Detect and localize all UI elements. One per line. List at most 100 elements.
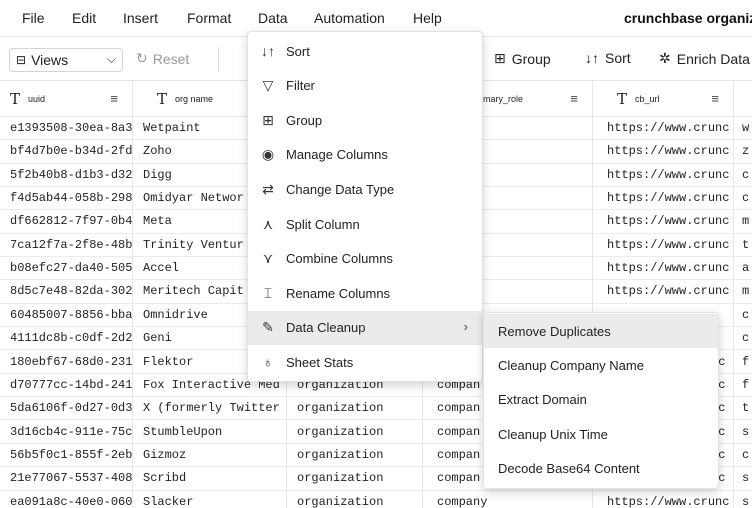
table-cell[interactable]: https://www.crunc — [593, 233, 734, 258]
menu-item-combine-columns[interactable]: ⋎ Combine Columns — [248, 242, 482, 276]
table-cell[interactable]: t — [734, 397, 752, 421]
table-cell[interactable]: s — [734, 491, 752, 508]
submenu-item-cleanup-company-name[interactable]: Cleanup Company Name — [484, 348, 718, 382]
table-cell[interactable]: 4111dc8b-c0df-2d2 — [0, 327, 133, 351]
table-cell[interactable]: Scribd — [133, 467, 287, 491]
table-cell[interactable]: 21e77067-5537-408 — [0, 467, 133, 491]
table-cell[interactable]: organization — [287, 420, 423, 444]
table-cell[interactable]: https://www.crunc — [593, 257, 734, 281]
table-cell[interactable]: 7ca12f7a-2f8e-48b — [0, 233, 133, 258]
menu-item-group[interactable]: ⊞ Group — [248, 103, 482, 137]
table-cell[interactable]: https://www.crunc — [593, 187, 734, 211]
menu-item-change-data-type[interactable]: ⇄ Change Data Type — [248, 172, 482, 206]
table-cell[interactable]: f — [734, 351, 752, 374]
menu-automation[interactable]: Automation — [314, 10, 385, 26]
table-cell[interactable]: organization — [287, 397, 423, 421]
column-header-next[interactable] — [734, 81, 752, 117]
menu-item-filter[interactable]: ▽ Filter — [248, 69, 482, 103]
submenu-item-cleanup-unix-time[interactable]: Cleanup Unix Time — [484, 417, 718, 451]
table-cell[interactable]: 180ebf67-68d0-231 — [0, 350, 133, 374]
menu-item-manage-columns[interactable]: ◉ Manage Columns — [248, 138, 482, 172]
menu-item-sheet-stats[interactable]: ♁ Sheet Stats — [248, 345, 482, 379]
table-cell[interactable]: c — [734, 164, 752, 187]
table-cell[interactable]: 56b5f0c1-855f-2eb — [0, 443, 133, 468]
menu-data[interactable]: Data — [258, 10, 288, 26]
table-cell[interactable]: 8d5c7e48-82da-302 — [0, 280, 133, 304]
table-cell[interactable]: s — [734, 421, 752, 444]
table-cell[interactable]: t — [734, 234, 752, 258]
reset-icon: ↻ — [136, 50, 148, 66]
text-type-icon: T — [157, 89, 168, 108]
table-cell[interactable]: 3d16cb4c-911e-75c — [0, 420, 133, 444]
column-menu-icon[interactable]: ≡ — [570, 91, 578, 106]
table-cell[interactable]: https://www.crunc — [593, 210, 734, 234]
table-cell[interactable]: df662812-7f97-0b4 — [0, 210, 133, 234]
views-select[interactable]: ⊟ Views ⌵ — [9, 48, 123, 72]
table-cell[interactable]: e1393508-30ea-8a3 — [0, 117, 133, 141]
broom-icon: ✎ — [262, 319, 274, 336]
column-name: uuid — [28, 93, 46, 104]
table-cell[interactable]: s — [734, 467, 752, 491]
sort-icon: ↓↑ — [261, 43, 275, 59]
sort-label: Sort — [605, 50, 631, 66]
table-cell[interactable]: b08efc27-da40-505 — [0, 257, 133, 281]
menu-item-sort[interactable]: ↓↑ Sort — [248, 34, 482, 68]
table-cell[interactable]: organization — [287, 443, 423, 468]
table-cell[interactable]: 5f2b40b8-d1b3-d32 — [0, 163, 133, 187]
table-cell[interactable]: https://www.crunc — [593, 140, 734, 164]
table-cell[interactable]: d70777cc-14bd-241 — [0, 373, 133, 398]
table-cell[interactable]: f4d5ab44-058b-298 — [0, 187, 133, 211]
sort-icon: ↓↑ — [585, 50, 599, 66]
submenu-item-extract-domain[interactable]: Extract Domain — [484, 383, 718, 417]
views-label: Views — [31, 52, 69, 68]
menu-item-label: Manage Columns — [286, 147, 388, 163]
submenu-item-remove-duplicates[interactable]: Remove Duplicates — [484, 314, 718, 348]
column-name: org name — [175, 93, 214, 104]
table-cell[interactable]: StumbleUpon — [133, 420, 287, 444]
table-cell[interactable]: organization — [287, 467, 423, 491]
submenu-item-decode-base64-content[interactable]: Decode Base64 Content — [484, 452, 718, 486]
table-cell[interactable]: Slacker — [133, 490, 287, 508]
menu-format[interactable]: Format — [187, 10, 231, 26]
table-cell[interactable]: https://www.crunc — [593, 163, 734, 187]
table-cell[interactable]: Gizmoz — [133, 443, 287, 468]
table-cell[interactable]: company — [423, 490, 593, 508]
table-cell[interactable]: X (formerly Twitter — [133, 397, 287, 421]
menu-item-label: Sheet Stats — [286, 354, 354, 370]
table-cell[interactable]: ea091a8c-40e0-060 — [0, 490, 133, 508]
menu-help[interactable]: Help — [413, 10, 442, 26]
menu-item-label: Data Cleanup — [286, 320, 366, 336]
table-cell[interactable]: f — [734, 374, 752, 398]
table-cell[interactable]: c — [734, 327, 752, 351]
table-cell[interactable]: z — [734, 140, 752, 164]
table-cell[interactable]: 60485007-8856-bba — [0, 303, 133, 328]
table-cell[interactable]: c — [734, 304, 752, 328]
table-cell[interactable]: https://www.crunc — [593, 117, 734, 141]
menu-item-rename-columns[interactable]: ⌶ Rename Columns — [248, 276, 482, 310]
column-header-uuid[interactable]: T uuid ≡ — [0, 81, 133, 117]
menu-edit[interactable]: Edit — [72, 10, 96, 26]
enrich-data-button[interactable]: ✲ Enrich Data — [659, 50, 750, 67]
table-cell[interactable]: https://www.crunc — [593, 280, 734, 304]
column-header-cb-url[interactable]: T cb_url ≡ — [593, 81, 734, 117]
table-cell[interactable]: organization — [287, 490, 423, 508]
column-menu-icon[interactable]: ≡ — [110, 91, 118, 106]
table-cell[interactable]: m — [734, 210, 752, 234]
table-cell[interactable]: m — [734, 280, 752, 304]
table-cell[interactable]: https://www.crunc — [593, 490, 734, 508]
table-cell[interactable]: 5da6106f-0d27-0d3 — [0, 397, 133, 421]
table-cell[interactable]: bf4d7b0e-b34d-2fd — [0, 140, 133, 164]
reset-button[interactable]: ↻ Reset — [136, 50, 189, 67]
menu-item-split-column[interactable]: ⋏ Split Column — [248, 207, 482, 241]
column-menu-icon[interactable]: ≡ — [711, 91, 719, 106]
menu-item-label: Group — [286, 112, 323, 128]
menu-item-data-cleanup[interactable]: ✎ Data Cleanup › — [248, 310, 482, 345]
table-cell[interactable]: a — [734, 257, 752, 281]
table-cell[interactable]: c — [734, 444, 752, 468]
group-button[interactable]: ⊞ Group — [494, 50, 551, 67]
sort-button[interactable]: ↓↑ Sort — [585, 50, 631, 66]
table-cell[interactable]: c — [734, 187, 752, 211]
table-cell[interactable]: w — [734, 117, 752, 141]
menu-file[interactable]: File — [22, 10, 45, 26]
menu-insert[interactable]: Insert — [123, 10, 158, 26]
